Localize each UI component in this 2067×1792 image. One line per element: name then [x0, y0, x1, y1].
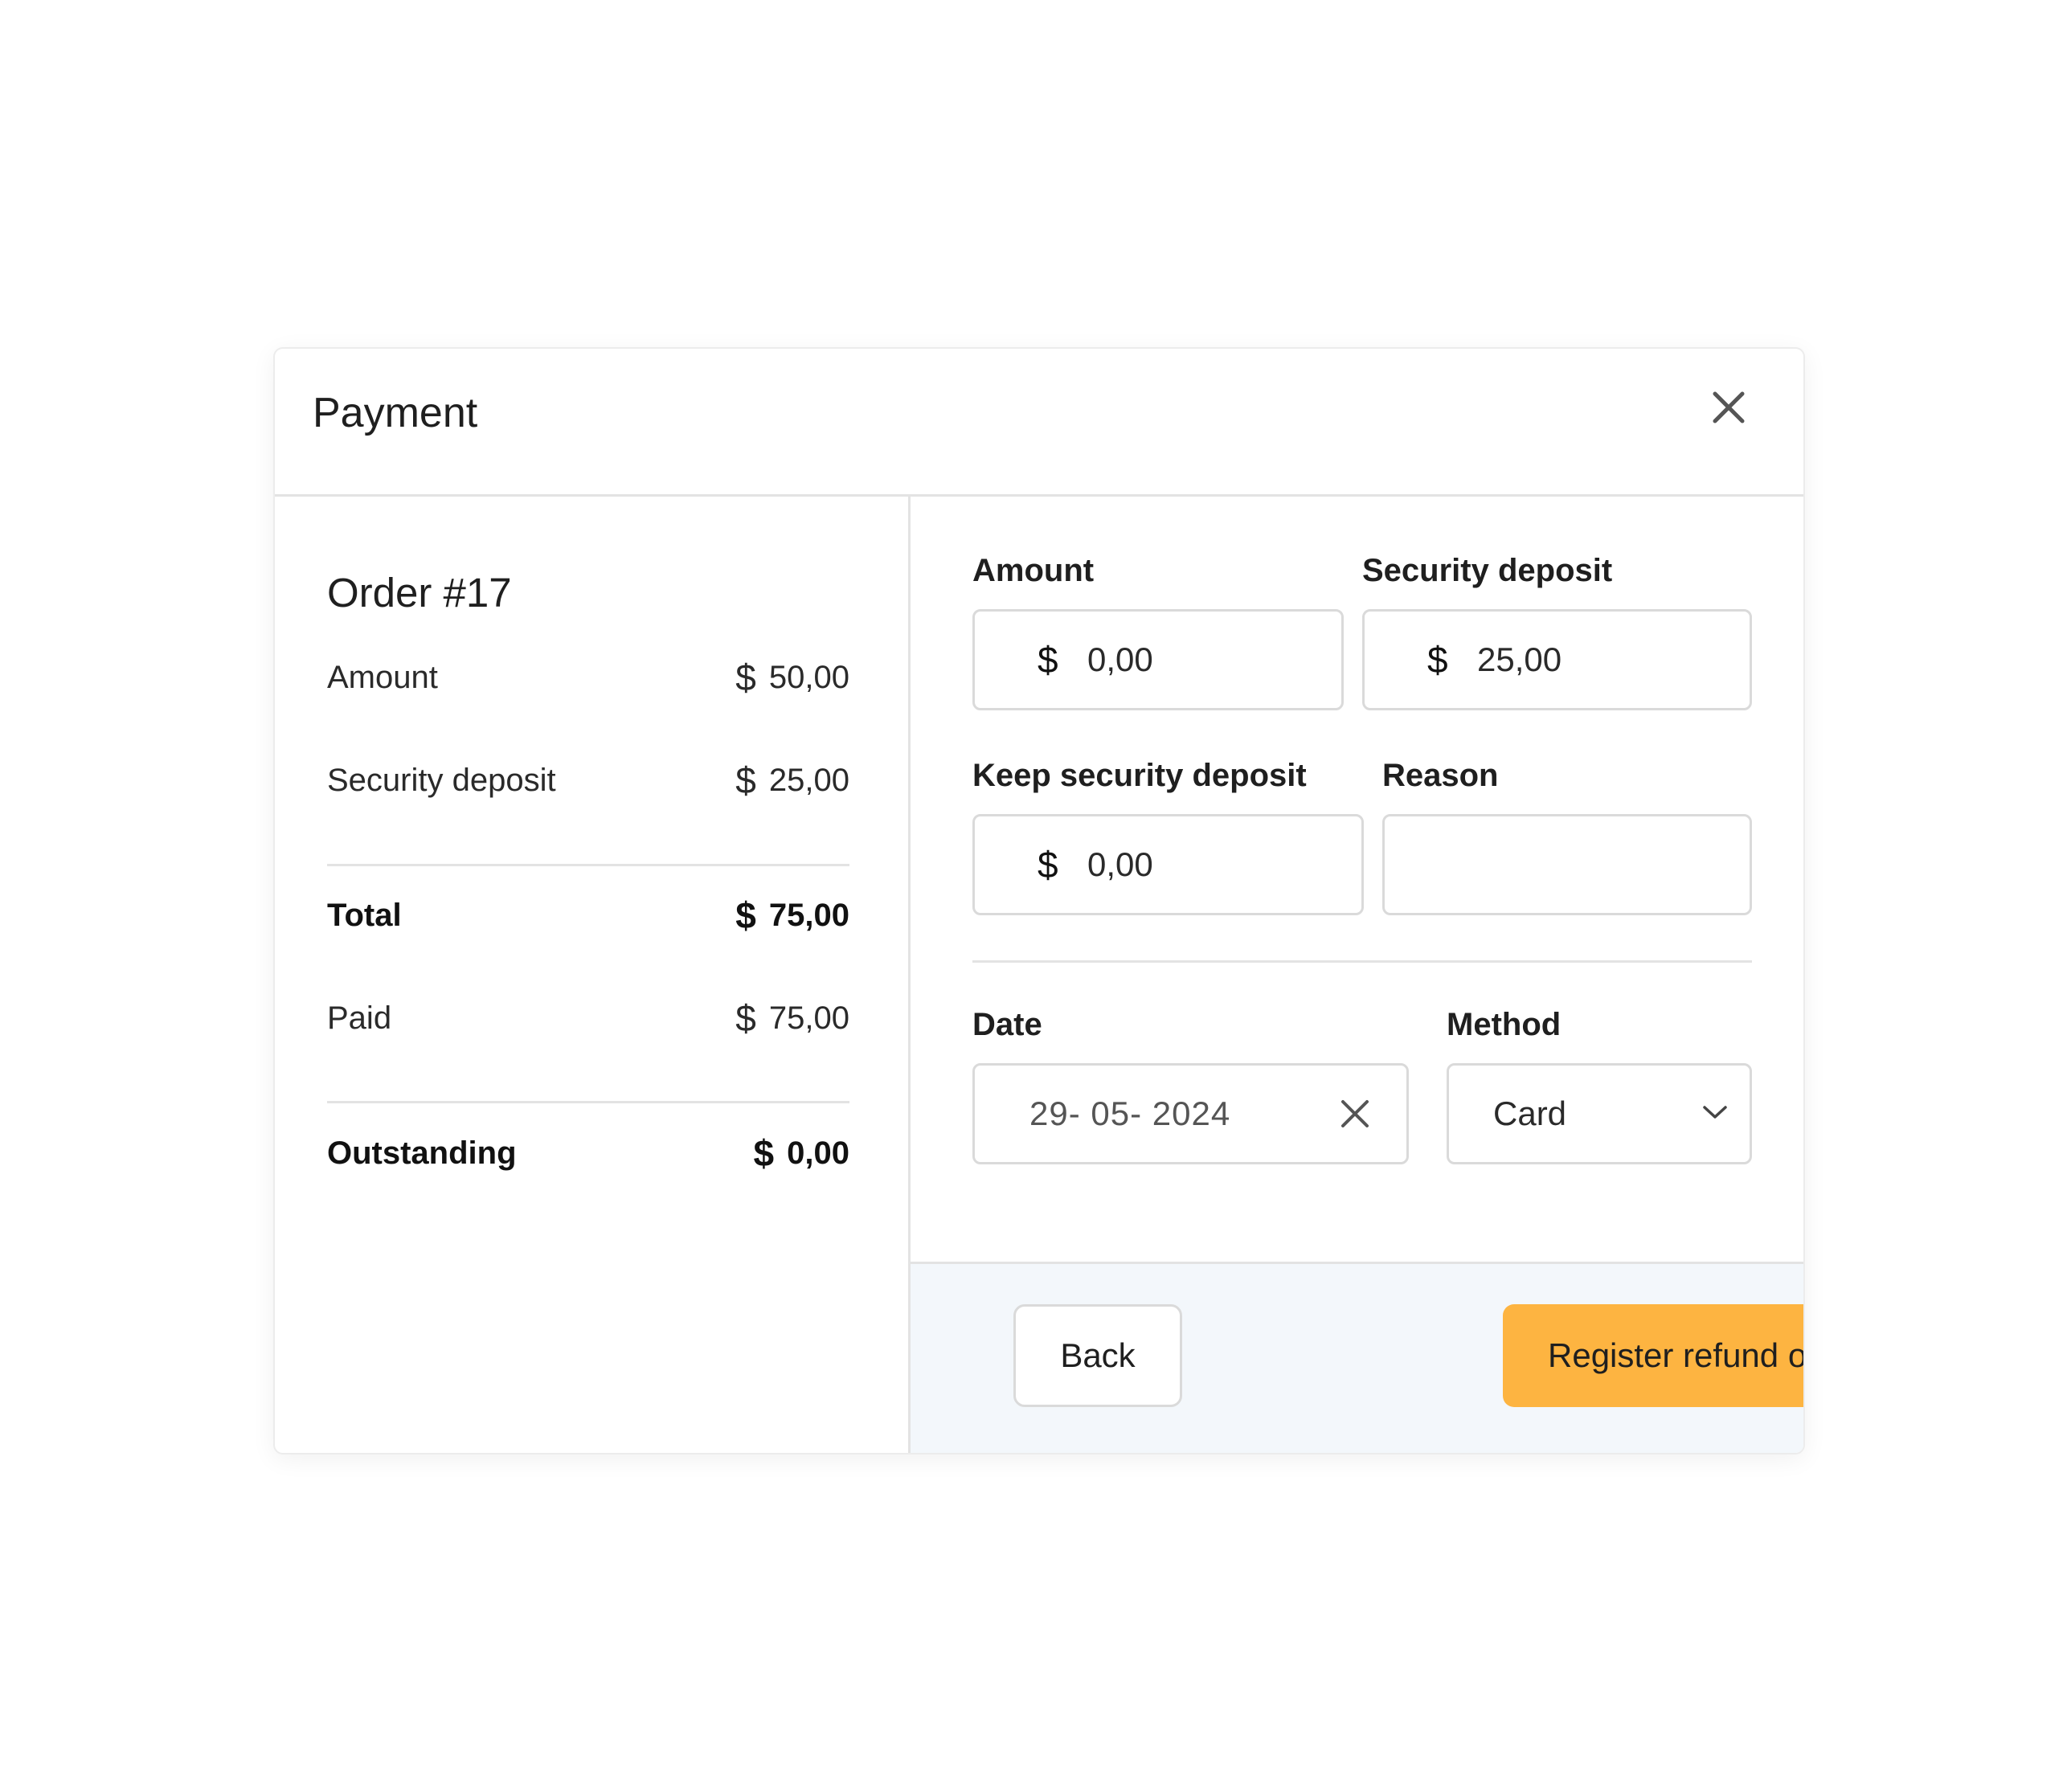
summary-row-amount: Amount $50,00 — [327, 656, 849, 699]
register-refund-button[interactable]: Register refund of $ 75,00 — [1503, 1304, 1803, 1407]
summary-divider — [327, 864, 849, 866]
summary-row-security-deposit: Security deposit $25,00 — [327, 759, 849, 802]
summary-label: Total — [327, 897, 402, 933]
currency-symbol: $ — [1427, 639, 1448, 681]
summary-value: 75,00 — [768, 1000, 849, 1036]
refund-form-panel: Amount $ 0,00 Security deposit $ 25,00 K… — [911, 497, 1803, 1453]
reason-label: Reason — [1382, 758, 1499, 793]
security-deposit-input[interactable]: $ 25,00 — [1362, 609, 1752, 710]
back-button[interactable]: Back — [1013, 1304, 1182, 1407]
summary-label: Outstanding — [327, 1135, 517, 1171]
summary-divider — [327, 1101, 849, 1103]
summary-value: 75,00 — [768, 897, 849, 933]
modal-title: Payment — [313, 390, 478, 436]
form-divider — [972, 960, 1752, 963]
modal-header: Payment — [275, 349, 1803, 497]
amount-label: Amount — [972, 553, 1095, 588]
method-value: Card — [1493, 1094, 1567, 1132]
page: Payment Order #17 Amount $50,00 Security… — [0, 0, 2067, 1792]
summary-row-paid: Paid $75,00 — [327, 996, 849, 1040]
date-input[interactable]: 29- 05- 2024 — [972, 1063, 1409, 1164]
modal-footer: Back Register refund of $ 75,00 — [911, 1262, 1803, 1453]
close-button[interactable] — [1709, 387, 1749, 428]
currency-symbol: $ — [735, 759, 756, 801]
currency-symbol: $ — [735, 894, 756, 936]
keep-security-deposit-label: Keep security deposit — [972, 758, 1307, 793]
security-deposit-label: Security deposit — [1362, 553, 1613, 588]
currency-symbol: $ — [735, 657, 756, 698]
summary-value: 25,00 — [768, 762, 849, 798]
currency-symbol: $ — [1038, 639, 1058, 681]
chevron-down-icon — [1703, 1106, 1727, 1119]
currency-symbol: $ — [1038, 844, 1058, 886]
date-value: 29- 05- 2024 — [1029, 1094, 1231, 1132]
reason-input[interactable] — [1382, 814, 1752, 915]
keep-security-deposit-input[interactable]: $ 0,00 — [972, 814, 1364, 915]
currency-symbol: $ — [753, 1132, 775, 1174]
summary-value: 0,00 — [787, 1135, 849, 1171]
currency-symbol: $ — [735, 997, 756, 1039]
close-icon — [1341, 1100, 1369, 1127]
order-title: Order #17 — [327, 570, 512, 616]
date-clear-button[interactable] — [1339, 1098, 1371, 1130]
security-deposit-value: 25,00 — [1477, 640, 1562, 678]
order-summary-panel: Order #17 Amount $50,00 Security deposit… — [275, 497, 911, 1453]
summary-label: Amount — [327, 659, 438, 695]
summary-label: Security deposit — [327, 762, 556, 798]
amount-value: 0,00 — [1087, 640, 1153, 678]
summary-row-total: Total $75,00 — [327, 894, 849, 937]
method-select[interactable]: Card — [1447, 1063, 1752, 1164]
method-label: Method — [1447, 1007, 1562, 1042]
date-label: Date — [972, 1007, 1042, 1042]
payment-modal: Payment Order #17 Amount $50,00 Security… — [273, 347, 1805, 1454]
summary-value: 50,00 — [768, 659, 849, 695]
amount-input[interactable]: $ 0,00 — [972, 609, 1344, 710]
close-icon — [1713, 391, 1745, 423]
keep-security-deposit-value: 0,00 — [1087, 845, 1153, 883]
summary-row-outstanding: Outstanding $0,00 — [327, 1131, 849, 1175]
summary-label: Paid — [327, 1000, 392, 1036]
